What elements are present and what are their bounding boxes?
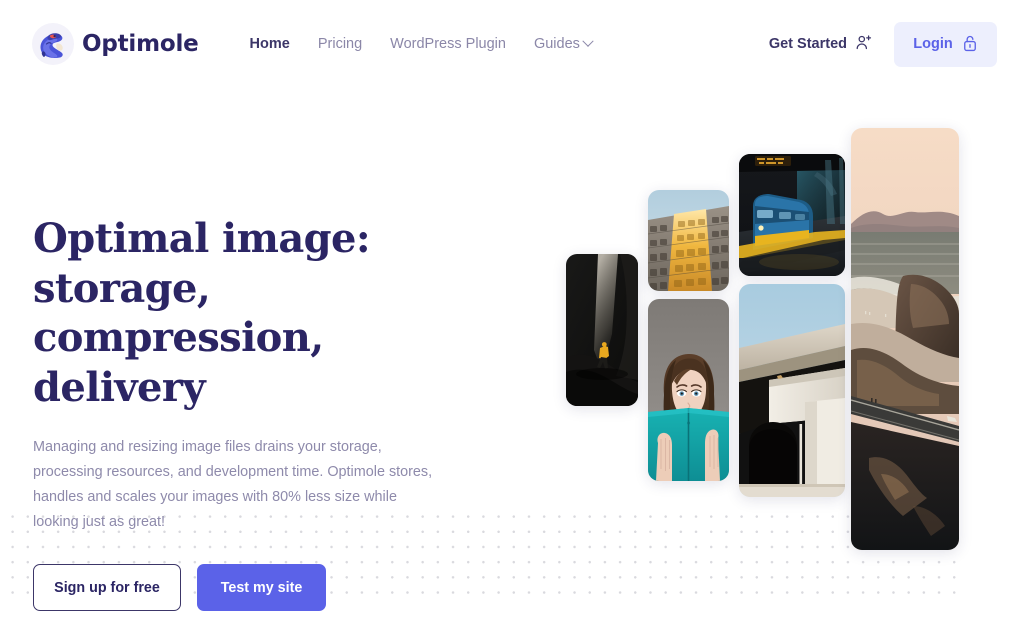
hero-subtitle: Managing and resizing image files drains… [33, 439, 433, 530]
nav-item-pricing[interactable]: Pricing [318, 36, 362, 52]
main-navigation: Home Pricing WordPress Plugin Guides [250, 35, 594, 52]
hero-cta-group: Sign up for free Test my site [33, 564, 503, 612]
mole-mascot-icon [30, 21, 76, 67]
hero-section: Optimal image: storage, compression, del… [33, 214, 503, 612]
test-my-site-button[interactable]: Test my site [197, 564, 326, 612]
login-button-label: Login [913, 36, 953, 52]
lock-open-icon [962, 34, 978, 55]
collage-photo-coastline[interactable] [851, 128, 959, 550]
user-plus-icon [855, 34, 872, 55]
nav-item-guides-label: Guides [533, 36, 580, 52]
brand-name: Optimole [82, 31, 199, 57]
login-button[interactable]: Login [894, 21, 997, 67]
chevron-down-icon [582, 35, 594, 47]
brand-logo-link[interactable]: Optimole [30, 21, 199, 67]
nav-item-guides[interactable]: Guides [533, 35, 594, 52]
get-started-label: Get Started [768, 36, 847, 52]
nav-item-wordpress-plugin[interactable]: WordPress Plugin [390, 36, 506, 52]
collage-photo-train-station[interactable] [739, 154, 845, 276]
collage-photo-cave[interactable] [566, 254, 638, 406]
sign-up-for-free-button[interactable]: Sign up for free [33, 564, 181, 612]
page-title: Optimal image: storage, compression, del… [33, 215, 371, 411]
collage-photo-building[interactable] [648, 190, 729, 291]
header-actions: Get Started Login [769, 21, 997, 67]
collage-photo-woman-reading[interactable] [648, 299, 729, 481]
nav-item-home[interactable]: Home [250, 36, 290, 52]
site-header: Optimole Home Pricing WordPress Plugin G… [0, 0, 1024, 88]
get-started-link[interactable]: Get Started [769, 34, 872, 55]
collage-photo-overpass[interactable] [739, 284, 845, 497]
